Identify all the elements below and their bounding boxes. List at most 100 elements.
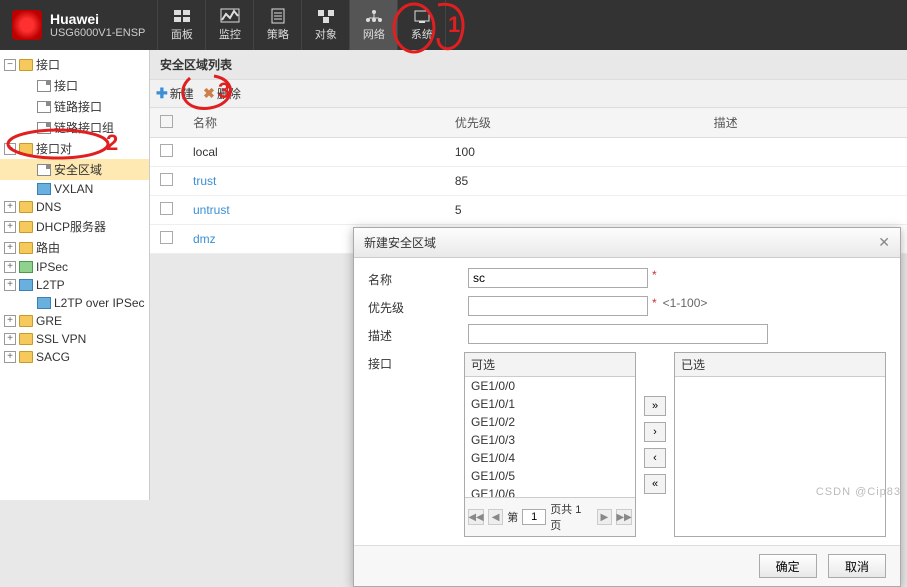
folder-icon bbox=[19, 143, 33, 155]
sidebar-item-if[interactable]: 接口 bbox=[0, 75, 149, 96]
available-option[interactable]: GE1/0/4 bbox=[465, 449, 635, 467]
sidebar-item-label: L2TP bbox=[36, 278, 65, 292]
pager-next-icon[interactable]: ▶ bbox=[597, 509, 612, 525]
blue-icon bbox=[19, 279, 33, 291]
move-left-button[interactable]: ‹ bbox=[644, 448, 666, 468]
desc-input[interactable] bbox=[468, 324, 768, 344]
sidebar-item-link-ifgrp[interactable]: 链路接口组 bbox=[0, 117, 149, 138]
expand-icon[interactable]: + bbox=[4, 201, 16, 213]
sidebar-item-dns[interactable]: +DNS bbox=[0, 198, 149, 216]
move-all-left-button[interactable]: « bbox=[644, 474, 666, 494]
zone-desc bbox=[704, 167, 907, 196]
sidebar-item-l2tp-ipsec[interactable]: L2TP over IPSec bbox=[0, 294, 149, 312]
expand-icon[interactable]: + bbox=[4, 143, 16, 155]
expand-icon[interactable]: + bbox=[4, 221, 16, 233]
required-mark: * bbox=[652, 268, 657, 282]
available-option[interactable]: GE1/0/5 bbox=[465, 467, 635, 485]
sidebar-item-link-if[interactable]: 链路接口 bbox=[0, 96, 149, 117]
dialog-titlebar[interactable]: 新建安全区域 ✕ bbox=[354, 228, 900, 258]
app-header: Huawei USG6000V1-ENSP 面板监控策略对象网络系统 bbox=[0, 0, 907, 50]
name-label: 名称 bbox=[368, 268, 468, 288]
nav-monitor[interactable]: 监控 bbox=[206, 0, 254, 50]
huawei-logo-icon bbox=[12, 10, 42, 40]
page-icon bbox=[37, 164, 51, 176]
sidebar-item-l2tp[interactable]: + L2TP bbox=[0, 276, 149, 294]
cancel-button[interactable]: 取消 bbox=[828, 554, 886, 578]
page-icon bbox=[37, 101, 51, 113]
monitor-icon bbox=[220, 8, 240, 24]
nav-dashboard[interactable]: 面板 bbox=[158, 0, 206, 50]
available-option[interactable]: GE1/0/6 bbox=[465, 485, 635, 497]
zone-priority: 100 bbox=[445, 138, 704, 167]
sidebar-item-dhcp[interactable]: + DHCP服务器 bbox=[0, 216, 149, 237]
pager-last-icon[interactable]: ▶▶ bbox=[616, 509, 632, 525]
table-row[interactable]: trust85 bbox=[150, 167, 907, 196]
table-row[interactable]: untrust5 bbox=[150, 196, 907, 225]
sidebar-item-vxlan[interactable]: VXLAN bbox=[0, 180, 149, 198]
row-checkbox[interactable] bbox=[160, 173, 173, 186]
sidebar-item-label: SACG bbox=[36, 350, 70, 364]
delete-button[interactable]: ✖ 删除 bbox=[203, 85, 241, 102]
watermark: CSDN @Cip83 bbox=[816, 486, 901, 498]
blue-icon bbox=[37, 183, 51, 195]
row-checkbox[interactable] bbox=[160, 144, 173, 157]
sidebar-item-sacg[interactable]: + SACG bbox=[0, 348, 149, 366]
folder-icon bbox=[19, 59, 33, 71]
available-list[interactable]: GE1/0/0GE1/0/1GE1/0/2GE1/0/3GE1/0/4GE1/0… bbox=[465, 377, 635, 497]
available-option[interactable]: GE1/0/0 bbox=[465, 377, 635, 395]
expand-icon[interactable]: + bbox=[4, 261, 16, 273]
tree-root[interactable]: − 接口 bbox=[0, 54, 149, 75]
sidebar-item-route[interactable]: +路由 bbox=[0, 237, 149, 258]
sidebar-item-ipsec[interactable]: +IPSec bbox=[0, 258, 149, 276]
nav-object[interactable]: 对象 bbox=[302, 0, 350, 50]
nav-system[interactable]: 系统 bbox=[398, 0, 446, 50]
sidebar-item-sslvpn[interactable]: +SSL VPN bbox=[0, 330, 149, 348]
expand-icon[interactable]: + bbox=[4, 279, 16, 291]
available-header: 可选 bbox=[465, 353, 635, 377]
sidebar-item-gre[interactable]: +GRE bbox=[0, 312, 149, 330]
col-header: 描述 bbox=[704, 108, 907, 138]
expand-icon[interactable]: + bbox=[4, 333, 16, 345]
desc-label: 描述 bbox=[368, 324, 468, 344]
expand-icon[interactable]: + bbox=[4, 315, 16, 327]
sidebar-item-label: DHCP服务器 bbox=[36, 218, 106, 235]
table-row[interactable]: local100 bbox=[150, 138, 907, 167]
pager-prev-icon[interactable]: ◀ bbox=[488, 509, 503, 525]
close-icon[interactable]: ✕ bbox=[878, 234, 890, 251]
zone-name[interactable]: trust bbox=[183, 167, 445, 196]
checkbox-all[interactable] bbox=[160, 115, 173, 128]
expand-icon[interactable]: + bbox=[4, 242, 16, 254]
collapse-icon[interactable]: − bbox=[4, 59, 16, 71]
folder-icon bbox=[19, 221, 33, 233]
row-checkbox[interactable] bbox=[160, 231, 173, 244]
zone-name[interactable]: untrust bbox=[183, 196, 445, 225]
selected-list[interactable] bbox=[675, 377, 885, 497]
priority-input[interactable] bbox=[468, 296, 648, 316]
interface-picker: 可选 GE1/0/0GE1/0/1GE1/0/2GE1/0/3GE1/0/4GE… bbox=[464, 352, 886, 537]
picker-pager: ◀◀ ◀ 第 页共 1 页 ▶ ▶▶ bbox=[465, 497, 635, 536]
available-option[interactable]: GE1/0/1 bbox=[465, 395, 635, 413]
sidebar-item-if-pair[interactable]: +接口对 bbox=[0, 138, 149, 159]
zone-name: local bbox=[183, 138, 445, 167]
nav-policy[interactable]: 策略 bbox=[254, 0, 302, 50]
move-all-right-button[interactable]: » bbox=[644, 396, 666, 416]
name-input[interactable] bbox=[468, 268, 648, 288]
add-button[interactable]: ✚ 新建 bbox=[156, 85, 194, 102]
expand-icon[interactable]: + bbox=[4, 351, 16, 363]
ok-button[interactable]: 确定 bbox=[759, 554, 817, 578]
green-icon bbox=[19, 261, 33, 273]
policy-icon bbox=[268, 8, 288, 24]
x-icon: ✖ bbox=[203, 85, 215, 102]
move-right-button[interactable]: › bbox=[644, 422, 666, 442]
sidebar-item-sec-zone[interactable]: 安全区域 bbox=[0, 159, 149, 180]
available-option[interactable]: GE1/0/3 bbox=[465, 431, 635, 449]
nav-network[interactable]: 网络 bbox=[350, 0, 398, 50]
pager-page-input[interactable] bbox=[522, 509, 546, 525]
pager-first-icon[interactable]: ◀◀ bbox=[468, 509, 484, 525]
available-option[interactable]: GE1/0/2 bbox=[465, 413, 635, 431]
network-icon bbox=[364, 8, 384, 24]
system-icon bbox=[412, 8, 432, 24]
brand-name: Huawei bbox=[50, 11, 145, 27]
plus-icon: ✚ bbox=[156, 85, 168, 102]
row-checkbox[interactable] bbox=[160, 202, 173, 215]
